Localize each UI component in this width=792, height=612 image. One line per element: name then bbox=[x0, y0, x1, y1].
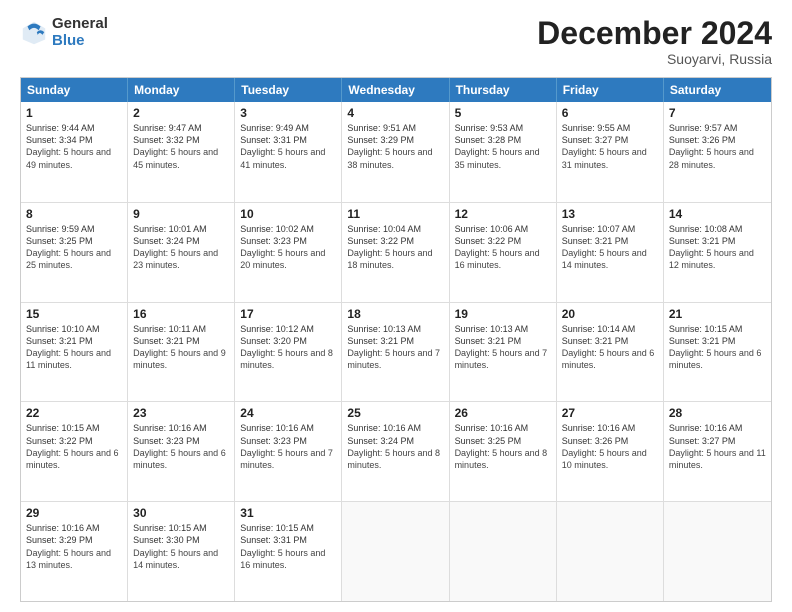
logo-general: General bbox=[52, 16, 108, 33]
calendar-body: 1 Sunrise: 9:44 AM Sunset: 3:34 PM Dayli… bbox=[21, 102, 771, 601]
day-8: 8 Sunrise: 9:59 AM Sunset: 3:25 PM Dayli… bbox=[21, 203, 128, 302]
day-26: 26 Sunrise: 10:16 AM Sunset: 3:25 PM Day… bbox=[450, 402, 557, 501]
day-20: 20 Sunrise: 10:14 AM Sunset: 3:21 PM Day… bbox=[557, 303, 664, 402]
header-saturday: Saturday bbox=[664, 78, 771, 102]
week-2: 8 Sunrise: 9:59 AM Sunset: 3:25 PM Dayli… bbox=[21, 202, 771, 302]
day-4: 4 Sunrise: 9:51 AM Sunset: 3:29 PM Dayli… bbox=[342, 102, 449, 202]
day-17: 17 Sunrise: 10:12 AM Sunset: 3:20 PM Day… bbox=[235, 303, 342, 402]
day-28: 28 Sunrise: 10:16 AM Sunset: 3:27 PM Day… bbox=[664, 402, 771, 501]
header-tuesday: Tuesday bbox=[235, 78, 342, 102]
header-wednesday: Wednesday bbox=[342, 78, 449, 102]
day-1: 1 Sunrise: 9:44 AM Sunset: 3:34 PM Dayli… bbox=[21, 102, 128, 202]
day-30: 30 Sunrise: 10:15 AM Sunset: 3:30 PM Day… bbox=[128, 502, 235, 601]
empty-3 bbox=[557, 502, 664, 601]
empty-4 bbox=[664, 502, 771, 601]
header: General Blue December 2024 Suoyarvi, Rus… bbox=[20, 16, 772, 67]
week-1: 1 Sunrise: 9:44 AM Sunset: 3:34 PM Dayli… bbox=[21, 102, 771, 202]
day-num-2: 2 bbox=[133, 106, 229, 120]
calendar-header: Sunday Monday Tuesday Wednesday Thursday… bbox=[21, 78, 771, 102]
day-6: 6 Sunrise: 9:55 AM Sunset: 3:27 PM Dayli… bbox=[557, 102, 664, 202]
header-thursday: Thursday bbox=[450, 78, 557, 102]
day-22: 22 Sunrise: 10:15 AM Sunset: 3:22 PM Day… bbox=[21, 402, 128, 501]
day-18: 18 Sunrise: 10:13 AM Sunset: 3:21 PM Day… bbox=[342, 303, 449, 402]
day-16: 16 Sunrise: 10:11 AM Sunset: 3:21 PM Day… bbox=[128, 303, 235, 402]
day-27: 27 Sunrise: 10:16 AM Sunset: 3:26 PM Day… bbox=[557, 402, 664, 501]
day-13: 13 Sunrise: 10:07 AM Sunset: 3:21 PM Day… bbox=[557, 203, 664, 302]
day-12: 12 Sunrise: 10:06 AM Sunset: 3:22 PM Day… bbox=[450, 203, 557, 302]
logo-text: General Blue bbox=[52, 16, 108, 49]
week-4: 22 Sunrise: 10:15 AM Sunset: 3:22 PM Day… bbox=[21, 401, 771, 501]
day-24: 24 Sunrise: 10:16 AM Sunset: 3:23 PM Day… bbox=[235, 402, 342, 501]
day-21: 21 Sunrise: 10:15 AM Sunset: 3:21 PM Day… bbox=[664, 303, 771, 402]
day-7: 7 Sunrise: 9:57 AM Sunset: 3:26 PM Dayli… bbox=[664, 102, 771, 202]
day-29: 29 Sunrise: 10:16 AM Sunset: 3:29 PM Day… bbox=[21, 502, 128, 601]
day-2: 2 Sunrise: 9:47 AM Sunset: 3:32 PM Dayli… bbox=[128, 102, 235, 202]
day-11: 11 Sunrise: 10:04 AM Sunset: 3:22 PM Day… bbox=[342, 203, 449, 302]
day-9: 9 Sunrise: 10:01 AM Sunset: 3:24 PM Dayl… bbox=[128, 203, 235, 302]
logo-blue: Blue bbox=[52, 33, 108, 50]
day-num-1: 1 bbox=[26, 106, 122, 120]
day-31: 31 Sunrise: 10:15 AM Sunset: 3:31 PM Day… bbox=[235, 502, 342, 601]
day-15: 15 Sunrise: 10:10 AM Sunset: 3:21 PM Day… bbox=[21, 303, 128, 402]
day-3: 3 Sunrise: 9:49 AM Sunset: 3:31 PM Dayli… bbox=[235, 102, 342, 202]
day-5: 5 Sunrise: 9:53 AM Sunset: 3:28 PM Dayli… bbox=[450, 102, 557, 202]
empty-2 bbox=[450, 502, 557, 601]
header-friday: Friday bbox=[557, 78, 664, 102]
page: General Blue December 2024 Suoyarvi, Rus… bbox=[0, 0, 792, 612]
day-25: 25 Sunrise: 10:16 AM Sunset: 3:24 PM Day… bbox=[342, 402, 449, 501]
logo: General Blue bbox=[20, 16, 108, 49]
week-5: 29 Sunrise: 10:16 AM Sunset: 3:29 PM Day… bbox=[21, 501, 771, 601]
day-19: 19 Sunrise: 10:13 AM Sunset: 3:21 PM Day… bbox=[450, 303, 557, 402]
day-23: 23 Sunrise: 10:16 AM Sunset: 3:23 PM Day… bbox=[128, 402, 235, 501]
week-3: 15 Sunrise: 10:10 AM Sunset: 3:21 PM Day… bbox=[21, 302, 771, 402]
empty-1 bbox=[342, 502, 449, 601]
day-10: 10 Sunrise: 10:02 AM Sunset: 3:23 PM Day… bbox=[235, 203, 342, 302]
header-monday: Monday bbox=[128, 78, 235, 102]
title-block: December 2024 Suoyarvi, Russia bbox=[537, 16, 772, 67]
header-sunday: Sunday bbox=[21, 78, 128, 102]
location: Suoyarvi, Russia bbox=[537, 51, 772, 67]
logo-icon bbox=[20, 19, 48, 47]
cell-info-1: Sunrise: 9:44 AM Sunset: 3:34 PM Dayligh… bbox=[26, 122, 122, 171]
month-title: December 2024 bbox=[537, 16, 772, 51]
day-14: 14 Sunrise: 10:08 AM Sunset: 3:21 PM Day… bbox=[664, 203, 771, 302]
calendar: Sunday Monday Tuesday Wednesday Thursday… bbox=[20, 77, 772, 602]
